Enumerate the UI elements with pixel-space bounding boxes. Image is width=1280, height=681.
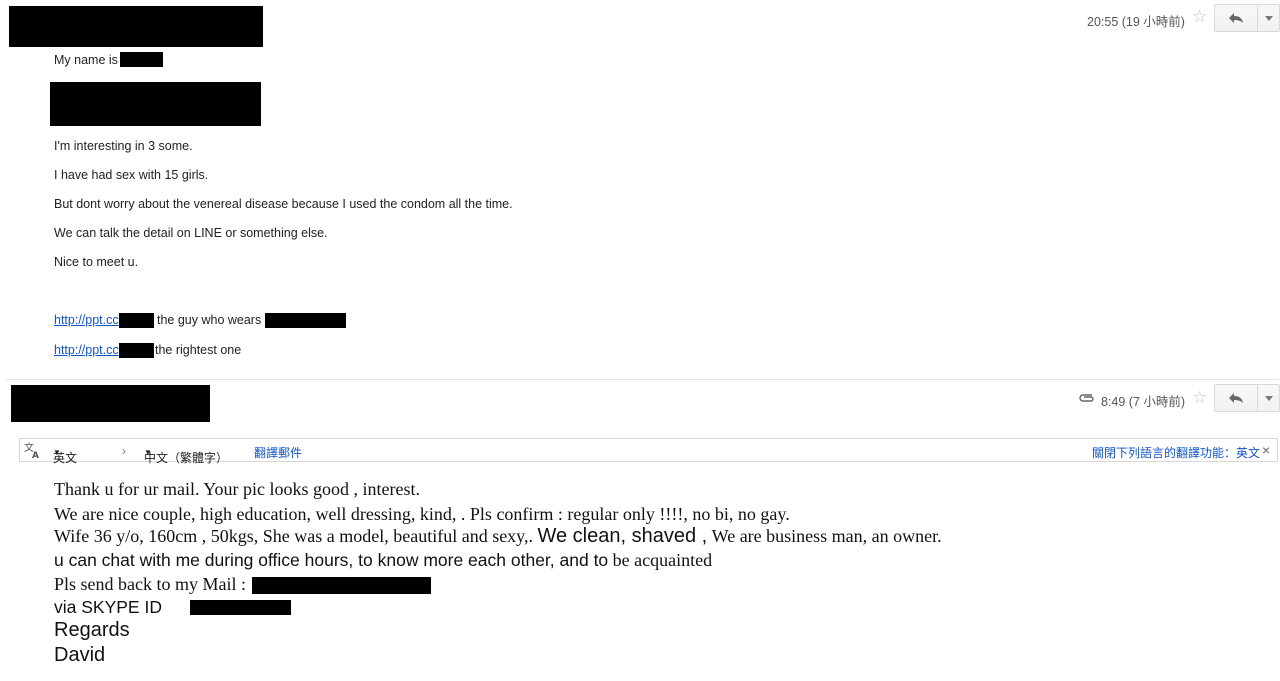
chevron-down-icon: [1264, 395, 1273, 401]
reply-icon: [1229, 13, 1243, 23]
svg-text:A: A: [32, 451, 39, 459]
chevron-down-icon: [1264, 15, 1273, 21]
redacted-skype-id: [190, 600, 291, 615]
reply-icon: [1229, 393, 1243, 403]
link-1-caption: the guy who wears: [157, 313, 262, 327]
body-line: Thank u for ur mail. Your pic looks good…: [54, 479, 420, 499]
body-line: But dont worry about the venereal diseas…: [54, 197, 513, 211]
message2-timestamp: 8:49 (7 小時前): [1101, 395, 1186, 409]
star-icon[interactable]: ☆: [1192, 389, 1207, 406]
more-options-button[interactable]: [1258, 384, 1280, 412]
signature-name: David: [54, 644, 106, 666]
turn-off-translation-link[interactable]: 關閉下列語言的翻譯功能：英文: [1092, 444, 1260, 461]
close-icon[interactable]: ×: [1262, 442, 1270, 458]
arrow-right-icon: ›: [122, 444, 126, 458]
body-line: We are nice couple, high education, well…: [54, 504, 790, 524]
redacted-link-1: [119, 313, 154, 328]
message1-actions: [1214, 4, 1280, 32]
redacted-name: [120, 52, 163, 67]
ppt-link-1[interactable]: http://ppt.cc: [54, 313, 119, 327]
body-line: Pls send back to my Mail :: [54, 574, 246, 594]
body-line: Wife 36 y/o, 160cm , 50kgs, She was a mo…: [54, 525, 942, 547]
message1-timestamp: 20:55 (19 小時前): [1087, 15, 1185, 29]
message-divider: [6, 379, 1279, 380]
redacted-email: [252, 577, 431, 594]
star-icon[interactable]: ☆: [1192, 8, 1207, 25]
body-line: I have had sex with 15 girls.: [54, 168, 209, 182]
signoff: Regards: [54, 619, 130, 641]
link-2-caption: the rightest one: [155, 343, 242, 357]
reply-button[interactable]: [1214, 384, 1258, 412]
redacted-photo: [50, 82, 261, 126]
redacted-link-2: [119, 343, 154, 358]
link-line-1: http://ppt.cc: [54, 313, 119, 327]
message2-actions: [1214, 384, 1280, 412]
translate-icon: 文 A: [24, 441, 39, 459]
translate-message-link[interactable]: 翻譯郵件: [254, 444, 302, 461]
reply-button[interactable]: [1214, 4, 1258, 32]
name-line: My name is: [54, 53, 118, 67]
body-line: via SKYPE ID: [54, 597, 162, 617]
body-line: I'm interesting in 3 some.: [54, 139, 193, 153]
body-line: We can talk the detail on LINE or someth…: [54, 226, 328, 240]
source-language-select[interactable]: 英文 ▼: [53, 444, 77, 465]
target-language-select[interactable]: 中文（繁體字） ▼: [144, 444, 228, 465]
redacted-sender-2: [11, 385, 210, 422]
ppt-link-2[interactable]: http://ppt.cc: [54, 343, 119, 357]
translate-bar: 文 A 英文 ▼ › 中文（繁體字） ▼ 翻譯郵件 關閉下列語言的翻譯功能：英文…: [19, 438, 1278, 465]
link-line-2: http://ppt.cc: [54, 343, 119, 357]
body-line: u can chat with me during office hours, …: [54, 550, 713, 570]
redacted-sender-1: [9, 6, 263, 47]
body-line: Nice to meet u.: [54, 255, 139, 269]
more-options-button[interactable]: [1258, 4, 1280, 32]
redacted-caption-1: [265, 313, 346, 328]
paperclip-icon: [1079, 394, 1094, 402]
